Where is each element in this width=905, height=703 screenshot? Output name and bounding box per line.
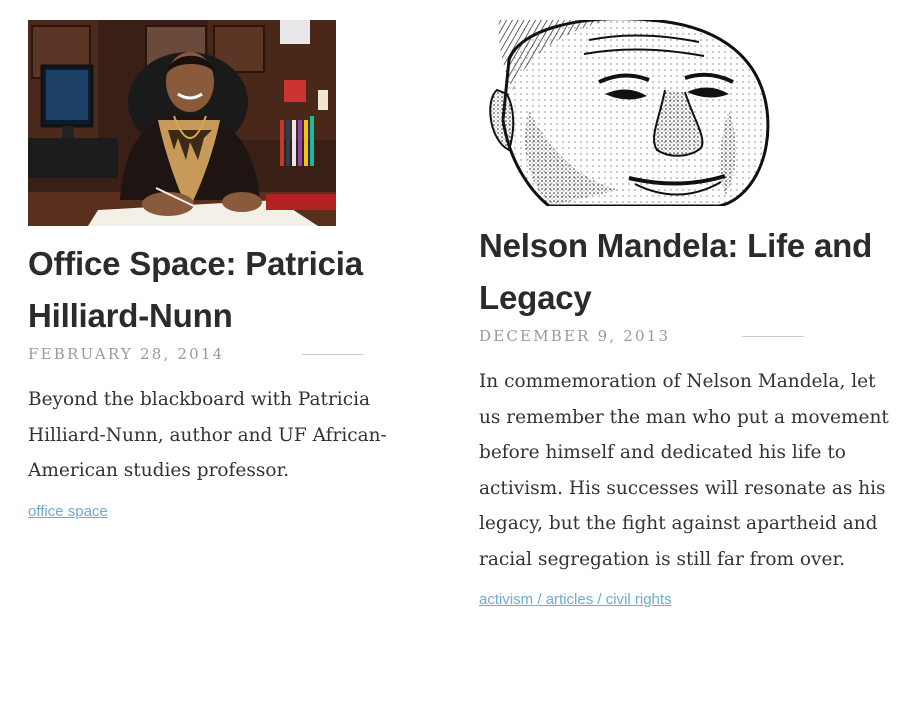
portrait-photo-icon: [28, 20, 336, 226]
post-card-nelson-mandela: Nelson Mandela: Life and Legacy DECEMBER…: [479, 20, 889, 608]
ink-sketch-portrait-icon: [489, 20, 775, 206]
post-tags: office space: [28, 503, 408, 520]
post-title[interactable]: Office Space: Patricia Hilliard-Nunn: [28, 238, 408, 342]
post-card-office-space: Office Space: Patricia Hilliard-Nunn FEB…: [28, 20, 408, 520]
post-meta: DECEMBER 9, 2013: [479, 324, 889, 348]
tag-separator: /: [533, 591, 546, 608]
date-divider: [302, 353, 365, 355]
tag-link-civil-rights[interactable]: civil rights: [606, 591, 672, 608]
post-thumbnail[interactable]: [489, 20, 775, 206]
post-meta: FEBRUARY 28, 2014: [28, 342, 408, 366]
tag-link-activism[interactable]: activism: [479, 591, 533, 608]
post-excerpt: In commemoration of Nelson Mandela, let …: [479, 371, 889, 570]
post-date: DECEMBER 9, 2013: [479, 327, 671, 345]
post-excerpt: Beyond the blackboard with Patricia Hill…: [28, 389, 387, 481]
tag-link-office-space[interactable]: office space: [28, 503, 108, 520]
post-date: FEBRUARY 28, 2014: [28, 345, 225, 363]
tag-link-articles[interactable]: articles: [546, 591, 594, 608]
date-divider: [742, 335, 805, 337]
tag-separator: /: [593, 591, 606, 608]
post-title[interactable]: Nelson Mandela: Life and Legacy: [479, 220, 889, 324]
post-tags: activism / articles / civil rights: [479, 591, 889, 608]
post-thumbnail[interactable]: [28, 20, 336, 226]
